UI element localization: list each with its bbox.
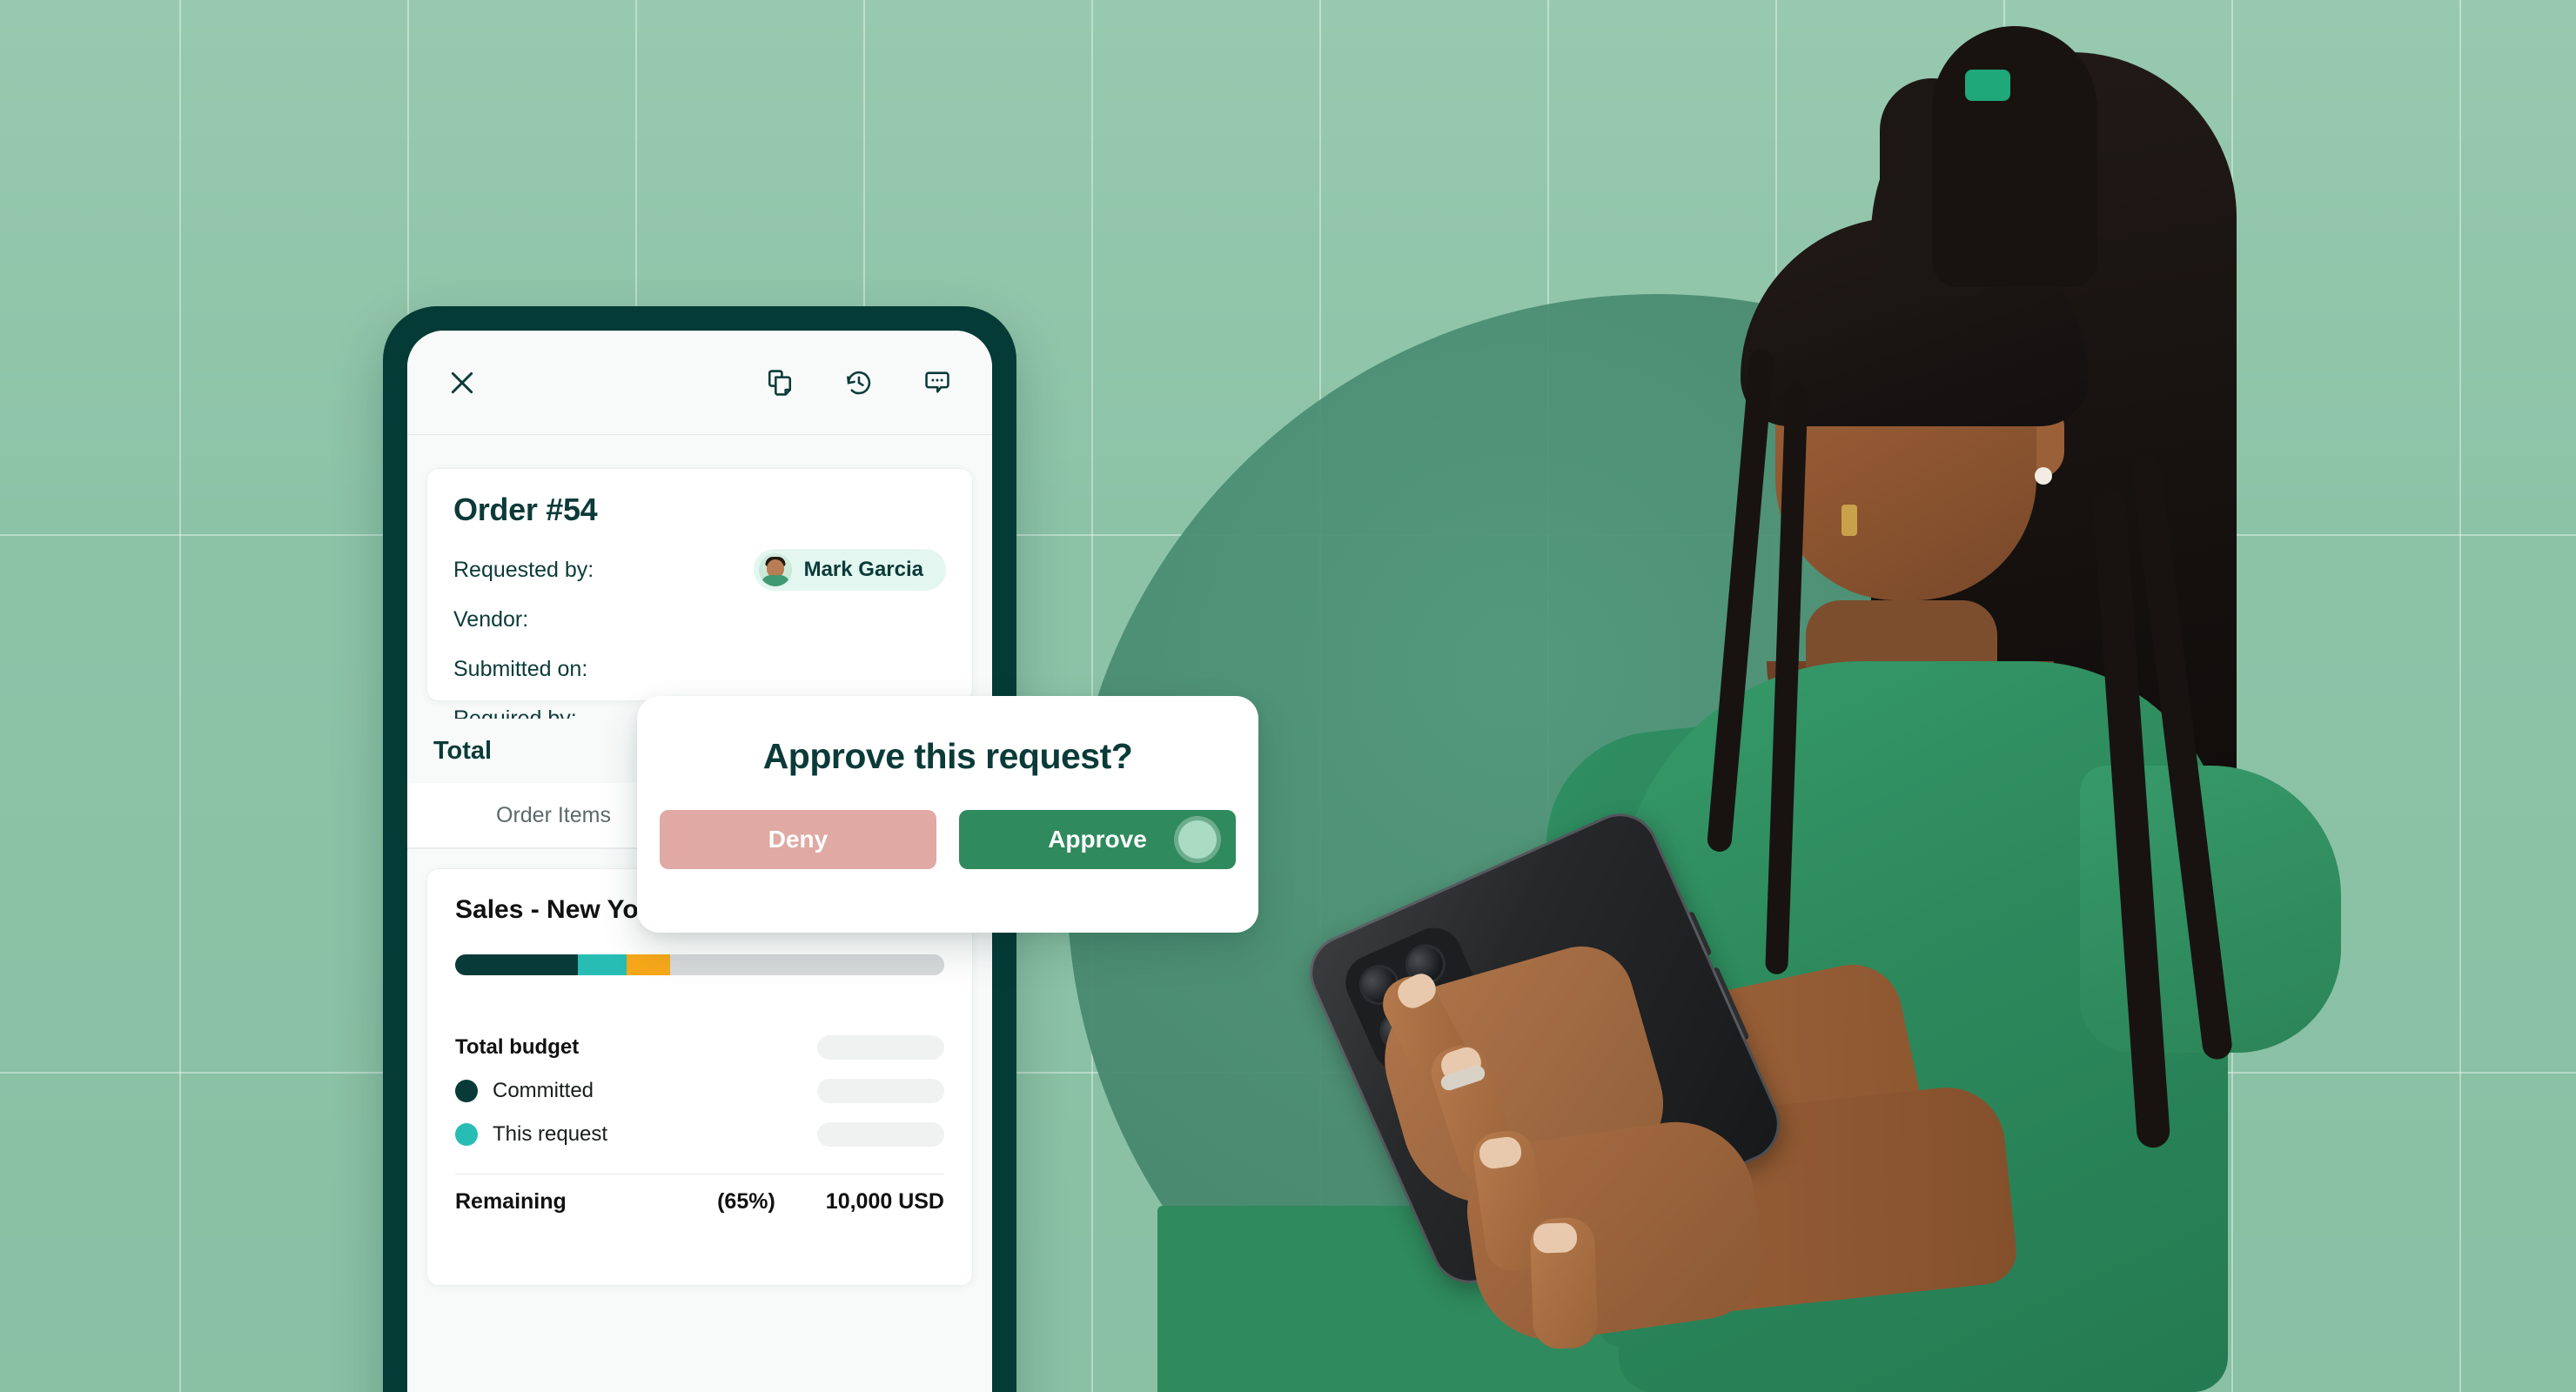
requester-chip[interactable]: Mark Garcia [753,549,946,591]
avatar-body [760,575,790,586]
order-row-requested-by: Requested by: Mark Garcia [453,549,946,591]
order-row-vendor: Vendor: [453,600,946,639]
budget-bar-segment-remaining [670,954,944,975]
comments-icon[interactable] [917,363,957,403]
remaining-amount: 10,000 USD [825,1188,944,1214]
avatar [758,553,792,586]
budget-bar-segment-committed [455,954,578,975]
fingernail [1533,1222,1578,1254]
page-title: Order #54 [453,492,598,527]
order-row-label: Requested by: [453,557,594,582]
remaining-label: Remaining [455,1188,567,1214]
deny-button[interactable]: Deny [660,810,936,869]
total-label: Total [433,736,493,765]
legend-label: Total budget [455,1035,580,1059]
approve-request-dialog: Approve this request? Deny Approve [637,696,1258,933]
budget-bar-segment-pending [626,954,671,975]
hair-bead-gold [1841,505,1857,536]
hair-tie-green [1965,70,2010,101]
legend-dot-this-request [455,1123,478,1146]
legend-row-total-budget: Total budget [455,1026,944,1069]
budget-bar-segment-this-request [577,954,627,975]
approve-button[interactable]: Approve [959,810,1236,869]
touch-indicator-icon [1178,820,1217,859]
requester-name: Mark Garcia [803,558,923,581]
value-placeholder [817,1079,944,1103]
duplicate-icon[interactable] [761,363,801,403]
legend-row-this-request: This request [455,1113,944,1156]
hair-peak [1932,26,2097,287]
history-icon[interactable] [839,363,879,403]
value-placeholder [817,1035,944,1060]
legend-dot-committed [455,1080,478,1102]
dialog-actions: Deny Approve [660,810,1236,869]
remaining-row: Remaining (65%) 10,000 USD [455,1174,944,1228]
app-toolbar [407,331,992,435]
legend-row-committed: Committed [455,1069,944,1113]
order-row-label: Vendor: [453,606,529,632]
order-row-submitted-on: Submitted on: [453,650,946,688]
legend-label: This request [493,1122,608,1146]
value-placeholder [817,1122,944,1147]
approve-button-label: Approve [1048,826,1147,853]
remaining-percent: (65%) [717,1188,775,1214]
dialog-title: Approve this request? [762,736,1133,776]
budget-progress-bar [455,954,944,975]
close-icon[interactable] [442,363,482,403]
order-row-label: Submitted on: [453,656,588,681]
legend-label: Committed [493,1079,594,1102]
earring [2035,467,2052,485]
order-detail-card: Order #54 Requested by: Mark Garcia Vend… [426,468,973,731]
